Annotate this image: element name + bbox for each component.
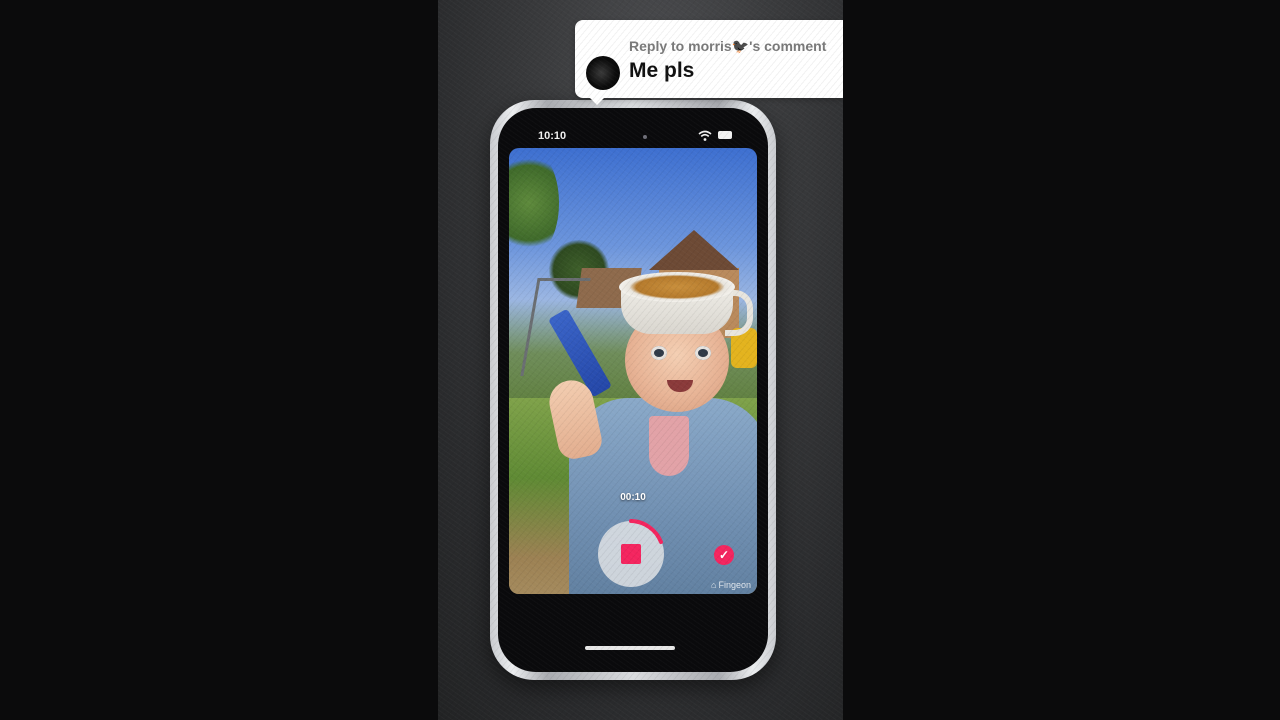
phone-screen: 10:10 00:10 ✓ ⌂ Fingeon — [498, 108, 768, 672]
confirm-button[interactable]: ✓ — [714, 545, 734, 565]
playhouse-roof — [649, 230, 739, 270]
reply-comment-card[interactable]: Reply to morris🐦‍⬛'s comment Me pls — [575, 20, 843, 105]
stop-record-icon — [598, 519, 664, 587]
reply-suffix: 's comment — [749, 38, 827, 54]
video-frame[interactable]: 10:10 00:10 ✓ ⌂ Fingeon Reply to morris🐦… — [438, 0, 843, 720]
username-emoji: 🐦‍⬛ — [731, 38, 750, 54]
reply-comment-text: Me pls — [629, 59, 695, 82]
baby-eye — [695, 346, 711, 360]
coffee-cup-top — [619, 272, 735, 302]
tree — [509, 148, 559, 258]
commenter-avatar[interactable] — [586, 56, 620, 90]
checkmark-icon: ✓ — [718, 548, 730, 562]
home-indicator — [585, 646, 675, 650]
phone: 10:10 00:10 ✓ ⌂ Fingeon — [490, 100, 776, 680]
watermark-text: Fingeon — [718, 580, 751, 590]
wifi-icon — [698, 130, 712, 141]
status-time: 10:10 — [538, 130, 567, 142]
camera-preview: 00:10 ✓ ⌂ Fingeon — [509, 148, 757, 594]
recording-timer: 00:10 — [620, 492, 646, 503]
battery-icon — [718, 131, 732, 139]
stop-record-button[interactable] — [595, 518, 667, 590]
reply-header: Reply to morris🐦‍⬛'s comment — [629, 38, 826, 55]
baby-eye — [651, 346, 667, 360]
baby-shirt — [649, 416, 689, 476]
watermark: ⌂ Fingeon — [711, 580, 751, 590]
app-logo-icon: ⌂ — [711, 580, 717, 590]
status-bar: 10:10 — [516, 128, 750, 144]
reply-prefix: Reply to — [629, 38, 689, 54]
reply-username[interactable]: morris — [688, 38, 732, 54]
front-camera-dot — [643, 135, 647, 139]
page-background: 10:10 00:10 ✓ ⌂ Fingeon Reply to morris🐦… — [0, 0, 1280, 720]
